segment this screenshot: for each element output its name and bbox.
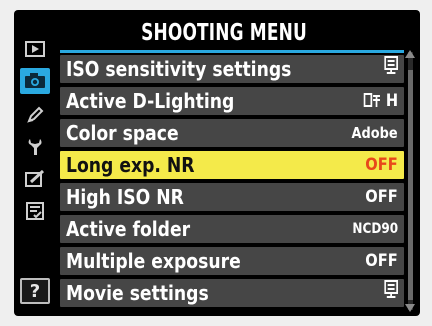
scroll-down-arrow-icon: [405, 304, 415, 312]
help-button[interactable]: ?: [20, 278, 50, 304]
menu-item-value: OFF: [365, 187, 398, 207]
pencil-icon: [25, 105, 45, 125]
menu-item-high-iso-nr[interactable]: High ISO NR OFF: [60, 183, 404, 211]
menu-item-label: Active folder: [66, 217, 191, 241]
camera-menu-screen: ? SHOOTING MENU ISO sensitivity settings…: [14, 10, 420, 316]
d-lighting-icon: [363, 93, 380, 107]
tab-retouch[interactable]: [20, 166, 50, 192]
menu-tab-column: ?: [14, 10, 60, 316]
menu-item-value: NCD90: [352, 221, 398, 237]
menu-item-label: ISO sensitivity settings: [66, 57, 292, 81]
scrollbar[interactable]: [408, 52, 413, 310]
help-icon: ?: [29, 280, 41, 302]
menu-item-long-exp-nr[interactable]: Long exp. NR OFF: [60, 151, 404, 179]
tab-custom-settings[interactable]: [20, 102, 50, 128]
scroll-up-arrow-icon: [405, 50, 415, 58]
menu-item-value: Adobe: [351, 124, 398, 142]
menu-item-value: H: [363, 87, 398, 115]
tab-my-menu[interactable]: [20, 198, 50, 224]
my-menu-icon: [25, 201, 45, 221]
tab-playback[interactable]: [20, 36, 50, 62]
menu-item-label: Movie settings: [66, 281, 209, 305]
menu-item-label: High ISO NR: [66, 185, 184, 209]
menu-item-movie-settings[interactable]: Movie settings: [60, 279, 404, 307]
scrollbar-thumb[interactable]: [408, 70, 413, 300]
menu-item-active-folder[interactable]: Active folder NCD90: [60, 215, 404, 243]
wrench-icon: [26, 137, 44, 157]
camera-icon: [24, 73, 46, 89]
playback-icon: [25, 41, 45, 57]
tab-shooting[interactable]: [20, 68, 50, 94]
menu-item-active-d-lighting[interactable]: Active D-Lighting H: [60, 87, 404, 115]
title-divider: [60, 50, 404, 53]
retouch-icon: [25, 170, 45, 188]
menu-item-label: Active D-Lighting: [66, 89, 235, 113]
menu-item-value: OFF: [365, 251, 398, 271]
menu-item-label: Multiple exposure: [66, 249, 241, 273]
menu-item-iso-sensitivity[interactable]: ISO sensitivity settings: [60, 55, 404, 83]
tab-setup[interactable]: [20, 134, 50, 160]
menu-item-color-space[interactable]: Color space Adobe: [60, 119, 404, 147]
menu-title: SHOOTING MENU: [141, 20, 307, 46]
menu-item-label: Color space: [66, 121, 179, 145]
menu-item-label: Long exp. NR: [66, 153, 195, 177]
menu-item-value: OFF: [365, 155, 398, 175]
menu-item-multiple-exposure[interactable]: Multiple exposure OFF: [60, 247, 404, 275]
setting-icon: [384, 279, 398, 307]
setting-icon: [384, 55, 398, 83]
